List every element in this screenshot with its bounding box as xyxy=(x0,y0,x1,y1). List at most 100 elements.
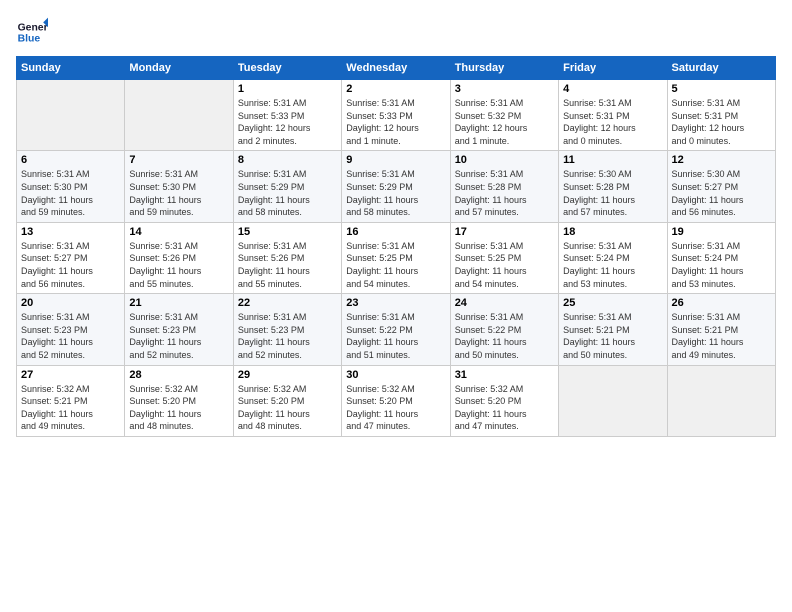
calendar-cell: 27 Sunrise: 5:32 AM Sunset: 5:21 PM Dayli… xyxy=(17,365,125,436)
day-number: 3 xyxy=(455,83,554,95)
calendar-cell: 31Sunrise: 5:32 AM Sunset: 5:20 PM Dayli… xyxy=(450,365,558,436)
weekday-header-row: SundayMondayTuesdayWednesdayThursdayFrid… xyxy=(17,57,776,80)
day-number: 4 xyxy=(563,83,662,95)
day-info: Sunrise: 5:31 AM Sunset: 5:28 PM Dayligh… xyxy=(455,168,554,218)
day-info: Sunrise: 5:31 AM Sunset: 5:22 PM Dayligh… xyxy=(455,311,554,361)
weekday-header-monday: Monday xyxy=(125,57,233,80)
week-row-4: 20Sunrise: 5:31 AM Sunset: 5:23 PM Dayli… xyxy=(17,294,776,365)
day-info: Sunrise: 5:30 AM Sunset: 5:28 PM Dayligh… xyxy=(563,168,662,218)
day-number: 7 xyxy=(129,154,228,166)
calendar-cell: 19Sunrise: 5:31 AM Sunset: 5:24 PM Dayli… xyxy=(667,222,775,293)
day-number: 22 xyxy=(238,297,337,309)
day-info: Sunrise: 5:31 AM Sunset: 5:31 PM Dayligh… xyxy=(563,97,662,147)
weekday-header-sunday: Sunday xyxy=(17,57,125,80)
calendar-cell xyxy=(125,80,233,151)
day-number: 27 xyxy=(21,369,120,381)
weekday-header-wednesday: Wednesday xyxy=(342,57,450,80)
day-info: Sunrise: 5:31 AM Sunset: 5:26 PM Dayligh… xyxy=(238,240,337,290)
day-info: Sunrise: 5:32 AM Sunset: 5:20 PM Dayligh… xyxy=(346,383,445,433)
calendar-cell: 20Sunrise: 5:31 AM Sunset: 5:23 PM Dayli… xyxy=(17,294,125,365)
week-row-2: 6 Sunrise: 5:31 AM Sunset: 5:30 PM Daylig… xyxy=(17,151,776,222)
calendar-cell xyxy=(559,365,667,436)
calendar-cell: 16Sunrise: 5:31 AM Sunset: 5:25 PM Dayli… xyxy=(342,222,450,293)
day-info: Sunrise: 5:32 AM Sunset: 5:20 PM Dayligh… xyxy=(238,383,337,433)
logo-icon: General Blue xyxy=(16,16,48,48)
day-number: 29 xyxy=(238,369,337,381)
calendar-cell: 15 Sunrise: 5:31 AM Sunset: 5:26 PM Dayli… xyxy=(233,222,341,293)
calendar-cell: 18 Sunrise: 5:31 AM Sunset: 5:24 PM Dayli… xyxy=(559,222,667,293)
weekday-header-saturday: Saturday xyxy=(667,57,775,80)
day-number: 19 xyxy=(672,226,771,238)
week-row-3: 13 Sunrise: 5:31 AM Sunset: 5:27 PM Dayli… xyxy=(17,222,776,293)
day-number: 26 xyxy=(672,297,771,309)
calendar-table: SundayMondayTuesdayWednesdayThursdayFrid… xyxy=(16,56,776,437)
day-number: 28 xyxy=(129,369,228,381)
day-number: 13 xyxy=(21,226,120,238)
day-number: 9 xyxy=(346,154,445,166)
day-info: Sunrise: 5:31 AM Sunset: 5:21 PM Dayligh… xyxy=(672,311,771,361)
calendar-cell: 28 Sunrise: 5:32 AM Sunset: 5:20 PM Dayli… xyxy=(125,365,233,436)
day-number: 21 xyxy=(129,297,228,309)
day-info: Sunrise: 5:30 AM Sunset: 5:27 PM Dayligh… xyxy=(672,168,771,218)
calendar-cell: 9 Sunrise: 5:31 AM Sunset: 5:29 PM Daylig… xyxy=(342,151,450,222)
week-row-5: 27 Sunrise: 5:32 AM Sunset: 5:21 PM Dayli… xyxy=(17,365,776,436)
day-number: 30 xyxy=(346,369,445,381)
week-row-1: 1 Sunrise: 5:31 AM Sunset: 5:33 PM Daylig… xyxy=(17,80,776,151)
day-info: Sunrise: 5:32 AM Sunset: 5:21 PM Dayligh… xyxy=(21,383,120,433)
day-info: Sunrise: 5:31 AM Sunset: 5:26 PM Dayligh… xyxy=(129,240,228,290)
calendar-cell: 1 Sunrise: 5:31 AM Sunset: 5:33 PM Daylig… xyxy=(233,80,341,151)
svg-text:Blue: Blue xyxy=(18,34,41,45)
day-number: 15 xyxy=(238,226,337,238)
calendar-cell: 22 Sunrise: 5:31 AM Sunset: 5:23 PM Dayli… xyxy=(233,294,341,365)
day-number: 2 xyxy=(346,83,445,95)
day-number: 6 xyxy=(21,154,120,166)
calendar-cell: 17Sunrise: 5:31 AM Sunset: 5:25 PM Dayli… xyxy=(450,222,558,293)
day-info: Sunrise: 5:31 AM Sunset: 5:29 PM Dayligh… xyxy=(238,168,337,218)
day-number: 17 xyxy=(455,226,554,238)
day-info: Sunrise: 5:32 AM Sunset: 5:20 PM Dayligh… xyxy=(129,383,228,433)
day-info: Sunrise: 5:31 AM Sunset: 5:29 PM Dayligh… xyxy=(346,168,445,218)
calendar-cell: 29 Sunrise: 5:32 AM Sunset: 5:20 PM Dayli… xyxy=(233,365,341,436)
calendar-cell: 11 Sunrise: 5:30 AM Sunset: 5:28 PM Dayli… xyxy=(559,151,667,222)
day-info: Sunrise: 5:31 AM Sunset: 5:27 PM Dayligh… xyxy=(21,240,120,290)
header: General Blue xyxy=(16,16,776,48)
day-number: 16 xyxy=(346,226,445,238)
day-info: Sunrise: 5:31 AM Sunset: 5:21 PM Dayligh… xyxy=(563,311,662,361)
day-number: 1 xyxy=(238,83,337,95)
calendar-cell: 3 Sunrise: 5:31 AM Sunset: 5:32 PM Daylig… xyxy=(450,80,558,151)
day-number: 12 xyxy=(672,154,771,166)
day-info: Sunrise: 5:31 AM Sunset: 5:30 PM Dayligh… xyxy=(129,168,228,218)
calendar-cell: 4 Sunrise: 5:31 AM Sunset: 5:31 PM Daylig… xyxy=(559,80,667,151)
day-info: Sunrise: 5:31 AM Sunset: 5:23 PM Dayligh… xyxy=(129,311,228,361)
weekday-header-thursday: Thursday xyxy=(450,57,558,80)
day-number: 8 xyxy=(238,154,337,166)
weekday-header-friday: Friday xyxy=(559,57,667,80)
day-number: 18 xyxy=(563,226,662,238)
day-info: Sunrise: 5:31 AM Sunset: 5:24 PM Dayligh… xyxy=(563,240,662,290)
weekday-header-tuesday: Tuesday xyxy=(233,57,341,80)
calendar-cell xyxy=(667,365,775,436)
day-info: Sunrise: 5:31 AM Sunset: 5:22 PM Dayligh… xyxy=(346,311,445,361)
day-number: 31 xyxy=(455,369,554,381)
day-info: Sunrise: 5:31 AM Sunset: 5:30 PM Dayligh… xyxy=(21,168,120,218)
calendar-cell: 2Sunrise: 5:31 AM Sunset: 5:33 PM Daylig… xyxy=(342,80,450,151)
day-info: Sunrise: 5:31 AM Sunset: 5:23 PM Dayligh… xyxy=(238,311,337,361)
calendar-cell: 7 Sunrise: 5:31 AM Sunset: 5:30 PM Daylig… xyxy=(125,151,233,222)
day-info: Sunrise: 5:31 AM Sunset: 5:33 PM Dayligh… xyxy=(238,97,337,147)
calendar-cell: 13 Sunrise: 5:31 AM Sunset: 5:27 PM Dayli… xyxy=(17,222,125,293)
calendar-cell: 8 Sunrise: 5:31 AM Sunset: 5:29 PM Daylig… xyxy=(233,151,341,222)
calendar-cell: 25 Sunrise: 5:31 AM Sunset: 5:21 PM Dayli… xyxy=(559,294,667,365)
day-number: 10 xyxy=(455,154,554,166)
calendar-cell: 24Sunrise: 5:31 AM Sunset: 5:22 PM Dayli… xyxy=(450,294,558,365)
logo: General Blue xyxy=(16,16,48,48)
calendar-cell: 10 Sunrise: 5:31 AM Sunset: 5:28 PM Dayli… xyxy=(450,151,558,222)
day-info: Sunrise: 5:31 AM Sunset: 5:23 PM Dayligh… xyxy=(21,311,120,361)
day-number: 11 xyxy=(563,154,662,166)
day-info: Sunrise: 5:31 AM Sunset: 5:31 PM Dayligh… xyxy=(672,97,771,147)
day-number: 25 xyxy=(563,297,662,309)
calendar-cell: 23Sunrise: 5:31 AM Sunset: 5:22 PM Dayli… xyxy=(342,294,450,365)
day-info: Sunrise: 5:31 AM Sunset: 5:32 PM Dayligh… xyxy=(455,97,554,147)
calendar-cell: 5 Sunrise: 5:31 AM Sunset: 5:31 PM Daylig… xyxy=(667,80,775,151)
day-number: 14 xyxy=(129,226,228,238)
day-number: 5 xyxy=(672,83,771,95)
